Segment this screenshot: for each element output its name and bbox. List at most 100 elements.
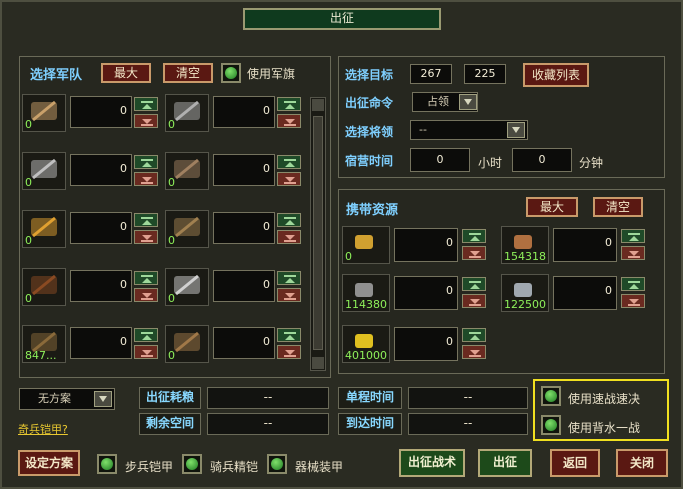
increase-icon[interactable] (134, 213, 158, 227)
hours-input[interactable]: 0 (410, 148, 470, 172)
decrease-icon[interactable] (621, 294, 645, 308)
remaining-space-label: 剩余空间 (139, 413, 201, 435)
increase-icon[interactable] (277, 271, 301, 285)
unit-slot[interactable]: 0 (22, 152, 66, 190)
minutes-input[interactable]: 0 (512, 148, 572, 172)
increase-icon[interactable] (277, 328, 301, 342)
increase-icon[interactable] (277, 213, 301, 227)
increase-icon[interactable] (134, 328, 158, 342)
increase-icon[interactable] (277, 97, 301, 111)
resource-input[interactable]: 0 (394, 228, 458, 262)
arrival-label: 到达时间 (338, 413, 402, 435)
increase-icon[interactable] (462, 328, 486, 342)
unit-slot[interactable]: 0 (165, 325, 209, 363)
unit-slot[interactable]: 0 (165, 210, 209, 248)
unit-input[interactable]: 0 (70, 154, 132, 186)
decrease-icon[interactable] (277, 114, 301, 128)
select-target-label: 选择目标 (345, 68, 394, 82)
sword-icon (29, 156, 59, 182)
resource-input[interactable]: 0 (553, 276, 617, 310)
resource-input[interactable]: 0 (394, 276, 458, 310)
resources-max-button[interactable]: 最大 (526, 197, 578, 217)
increase-icon[interactable] (621, 277, 645, 291)
increase-icon[interactable] (134, 97, 158, 111)
tactics-button[interactable]: 出征战术 (399, 449, 465, 477)
decrease-icon[interactable] (277, 288, 301, 302)
decrease-icon[interactable] (462, 345, 486, 359)
decrease-icon[interactable] (134, 288, 158, 302)
minutes-unit: 分钟 (579, 156, 604, 170)
troops-max-button[interactable]: 最大 (101, 63, 151, 83)
troops-title: 选择军队 (30, 68, 83, 83)
troops-clear-button[interactable]: 清空 (163, 63, 213, 83)
unit-input[interactable]: 0 (213, 270, 275, 302)
plan-dropdown-icon[interactable] (94, 391, 112, 407)
unit-input[interactable]: 0 (70, 270, 132, 302)
decrease-icon[interactable] (134, 172, 158, 186)
decrease-icon[interactable] (462, 246, 486, 260)
decrease-icon[interactable] (277, 172, 301, 186)
favorites-button[interactable]: 收藏列表 (523, 63, 589, 87)
decrease-icon[interactable] (134, 345, 158, 359)
decrease-icon[interactable] (277, 345, 301, 359)
unit-slot[interactable]: 0 (22, 210, 66, 248)
resource-slot: 122500 (501, 274, 549, 312)
last-stand-checkbox[interactable] (541, 415, 561, 435)
unit-input[interactable]: 0 (70, 327, 132, 359)
close-button[interactable]: 关闭 (616, 449, 668, 477)
set-plan-button[interactable]: 设定方案 (18, 450, 80, 476)
increase-icon[interactable] (462, 277, 486, 291)
decrease-icon[interactable] (134, 230, 158, 244)
decrease-icon[interactable] (621, 246, 645, 260)
infantry-armor-checkbox[interactable] (97, 454, 117, 474)
unit-slot[interactable]: 0 (165, 152, 209, 190)
command-value: 占领 (427, 95, 449, 108)
unit-slot[interactable]: 0 (165, 94, 209, 132)
machine-armor-checkbox[interactable] (267, 454, 287, 474)
unit-slot[interactable]: 0 (165, 268, 209, 306)
increase-icon[interactable] (621, 229, 645, 243)
unit-input[interactable]: 0 (213, 154, 275, 186)
target-x-input[interactable]: 267 (410, 64, 452, 84)
unit-input[interactable]: 0 (70, 212, 132, 244)
resource-amount: 154318 (504, 250, 546, 263)
troops-scrollbar[interactable] (310, 97, 326, 371)
resource-slot: 401000 (342, 325, 390, 363)
unit-input[interactable]: 0 (213, 212, 275, 244)
resources-clear-button[interactable]: 清空 (593, 197, 643, 217)
use-flag-checkbox[interactable] (221, 63, 241, 83)
scroll-down-icon[interactable] (312, 357, 324, 369)
unit-slot[interactable]: 847... (22, 325, 66, 363)
armored-horse-icon (172, 272, 202, 298)
expedition-window: 出征 选择军队 最大 清空 使用军旗 0 0 0 0 0 0 0 0 0 0 0 0 0 0 0 0 847..… (0, 0, 683, 489)
decrease-icon[interactable] (462, 294, 486, 308)
increase-icon[interactable] (134, 155, 158, 169)
speed-checkbox[interactable] (541, 386, 561, 406)
trident-icon (172, 98, 202, 124)
unit-input[interactable]: 0 (213, 327, 275, 359)
scroll-thumb[interactable] (313, 116, 323, 350)
unit-input[interactable]: 0 (70, 96, 132, 128)
general-dropdown-icon[interactable] (507, 122, 525, 138)
command-label: 出征命令 (345, 96, 394, 110)
decrease-icon[interactable] (277, 230, 301, 244)
decrease-icon[interactable] (134, 114, 158, 128)
unit-input[interactable]: 0 (213, 96, 275, 128)
hours-unit: 小时 (478, 156, 503, 170)
command-dropdown-icon[interactable] (459, 94, 477, 110)
resource-input[interactable]: 0 (553, 228, 617, 262)
one-way-value: -- (408, 387, 528, 409)
resource-input[interactable]: 0 (394, 327, 458, 361)
unit-slot[interactable]: 0 (22, 94, 66, 132)
armor-help-link[interactable]: 奇兵铠甲? (18, 421, 68, 437)
increase-icon[interactable] (134, 271, 158, 285)
unit-slot[interactable]: 0 (22, 268, 66, 306)
increase-icon[interactable] (277, 155, 301, 169)
scroll-up-icon[interactable] (312, 99, 324, 111)
cavalry-armor-checkbox[interactable] (182, 454, 202, 474)
march-button[interactable]: 出征 (478, 449, 532, 477)
back-button[interactable]: 返回 (550, 449, 600, 477)
unit-count: 847... (25, 349, 57, 362)
target-y-input[interactable]: 225 (464, 64, 506, 84)
increase-icon[interactable] (462, 229, 486, 243)
